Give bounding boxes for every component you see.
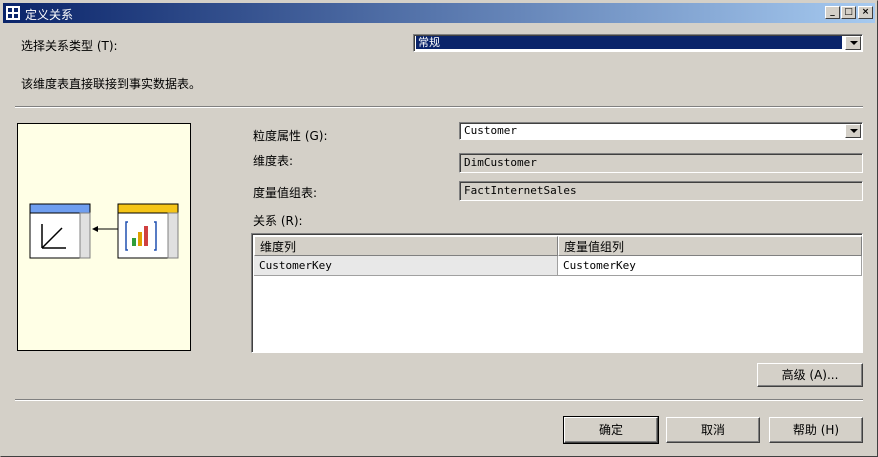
grid-header-row: 维度列 度量值组列 bbox=[254, 236, 862, 256]
relationships-label: 关系 (R): bbox=[253, 214, 303, 228]
dimension-table-field: DimCustomer bbox=[459, 153, 863, 173]
measure-group-table-label: 度量值组表: bbox=[253, 186, 318, 200]
relationship-description: 该维度表直接联接到事实数据表。 bbox=[21, 77, 202, 91]
dialog-icon bbox=[6, 6, 20, 20]
measure-group-column-cell[interactable]: CustomerKey bbox=[558, 256, 862, 276]
maximize-icon: □ bbox=[844, 7, 853, 17]
column-header-measure-group[interactable]: 度量值组列 bbox=[558, 236, 862, 256]
granularity-label: 粒度属性 (G): bbox=[253, 129, 328, 143]
close-icon: × bbox=[861, 7, 870, 17]
divider-bottom bbox=[15, 399, 863, 401]
divider-top bbox=[15, 106, 863, 108]
advanced-button[interactable]: 高级 (A)... bbox=[757, 363, 863, 387]
dimension-column-cell[interactable]: CustomerKey bbox=[254, 256, 558, 276]
define-relationship-dialog: 定义关系 _ □ × 选择关系类型 (T): 常规 该维度表直接联接到事实数据表… bbox=[0, 0, 878, 457]
relationship-diagram bbox=[17, 123, 191, 351]
relationship-diagram-graphic bbox=[29, 203, 179, 259]
cancel-button[interactable]: 取消 bbox=[666, 417, 760, 443]
dimension-table-label: 维度表: bbox=[253, 154, 294, 168]
minimize-button[interactable]: _ bbox=[825, 6, 840, 19]
relationship-type-select[interactable]: 常规 bbox=[413, 34, 863, 52]
granularity-value: Customer bbox=[464, 124, 517, 137]
minimize-icon: _ bbox=[830, 7, 835, 17]
chevron-down-icon[interactable] bbox=[845, 36, 861, 50]
relationship-type-value: 常规 bbox=[416, 36, 842, 49]
help-button[interactable]: 帮助 (H) bbox=[769, 417, 863, 443]
granularity-attribute-select[interactable]: Customer bbox=[459, 122, 863, 140]
window-title: 定义关系 bbox=[25, 8, 74, 22]
ok-button[interactable]: 确定 bbox=[563, 416, 659, 444]
column-header-dimension[interactable]: 维度列 bbox=[254, 236, 558, 256]
table-row[interactable]: CustomerKey CustomerKey bbox=[254, 256, 862, 276]
title-bar[interactable]: 定义关系 _ □ × bbox=[3, 3, 875, 23]
measure-group-table-field: FactInternetSales bbox=[459, 181, 863, 201]
relationship-type-label: 选择关系类型 (T): bbox=[21, 39, 118, 53]
maximize-button[interactable]: □ bbox=[841, 6, 856, 19]
relationships-grid[interactable]: 维度列 度量值组列 CustomerKey CustomerKey bbox=[251, 233, 863, 353]
chevron-down-icon[interactable] bbox=[845, 124, 861, 138]
close-button[interactable]: × bbox=[858, 6, 873, 19]
